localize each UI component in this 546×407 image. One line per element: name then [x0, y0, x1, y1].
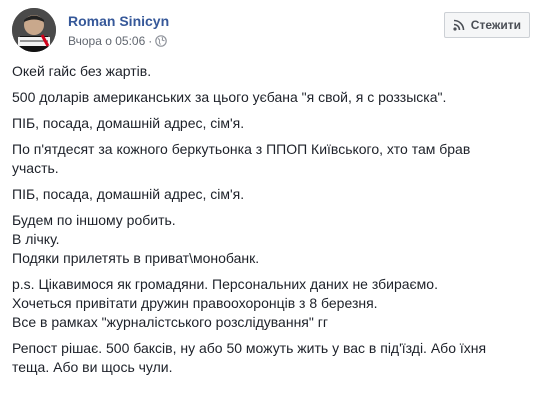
post-meta: Вчора о 05:06 ·	[68, 34, 168, 48]
paragraph-2: 500 доларів американських за цього уєбан…	[12, 89, 447, 105]
paragraph-7-line-3: Все в рамках "журналістського розслідува…	[12, 314, 328, 330]
author-name[interactable]: Roman Sinicyn	[68, 13, 169, 29]
post-body: Окей гайс без жартів. 500 доларів америк…	[12, 62, 534, 377]
post-header: Roman Sinicyn Вчора о 05:06 · Стежити	[12, 8, 534, 56]
paragraph-4: По п'ятдесят за кожного беркутьонка з ПП…	[12, 140, 534, 178]
paragraph-5: ПІБ, посада, домашній адрес, сім'я.	[12, 186, 245, 202]
paragraph-8-line-2: теща. Або ви щось чули.	[12, 359, 173, 375]
paragraph-8: Репост рішає. 500 баксів, ну або 50 можу…	[12, 339, 534, 377]
post-timestamp[interactable]: Вчора о 05:06	[68, 34, 145, 48]
paragraph-7-line-1: p.s. Цікавимося як громадяни. Персональн…	[12, 276, 438, 292]
paragraph-3: ПІБ, посада, домашній адрес, сім'я.	[12, 115, 245, 131]
paragraph-7-line-2: Хочеться привітати дружин правоохоронців…	[12, 295, 378, 311]
avatar[interactable]	[12, 8, 56, 52]
paragraph-7: p.s. Цікавимося як громадяни. Персональн…	[12, 275, 534, 332]
paragraph-1: Окей гайс без жартів.	[12, 63, 152, 79]
globe-icon[interactable]	[155, 35, 168, 47]
paragraph-6: Будем по іншому робить. В лічку. Подяки …	[12, 211, 534, 268]
paragraph-6-line-3: Подяки прилетять в приват\монобанк.	[12, 250, 260, 266]
paragraph-4-line-1: По п'ятдесят за кожного беркутьонка з ПП…	[12, 141, 471, 157]
paragraph-6-line-1: Будем по іншому робить.	[12, 212, 176, 228]
facebook-post: Roman Sinicyn Вчора о 05:06 · Стежити Ок…	[0, 0, 546, 407]
follow-label: Стежити	[470, 18, 521, 32]
avatar-photo	[12, 8, 56, 52]
paragraph-8-line-1: Репост рішає. 500 баксів, ну або 50 можу…	[12, 340, 487, 356]
paragraph-6-line-2: В лічку.	[12, 231, 60, 247]
paragraph-4-line-2: участь.	[12, 160, 59, 176]
meta-separator: ·	[148, 34, 153, 48]
follow-button[interactable]: Стежити	[443, 12, 530, 38]
rss-icon	[453, 19, 465, 31]
